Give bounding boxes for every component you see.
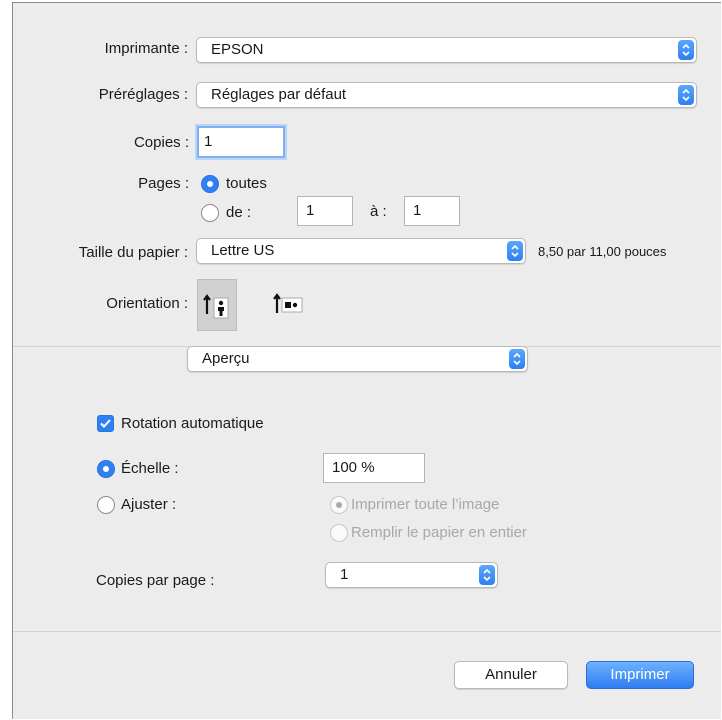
section-popup[interactable]: Aperçu (187, 346, 528, 372)
copies-per-page-label: Copies par page : (96, 572, 215, 589)
orientation-label: Orientation : (106, 295, 188, 312)
presets-label: Préréglages : (98, 86, 188, 103)
fill-paper-label: Remplir le papier en entier (351, 524, 527, 541)
popup-arrows-icon (678, 85, 694, 105)
scale-input[interactable]: 100 % (323, 453, 425, 483)
portrait-icon (203, 294, 229, 319)
pages-to-label: à : (370, 203, 387, 220)
copies-label: Copies : (133, 134, 189, 151)
popup-arrows-icon (678, 40, 694, 60)
fit-label: Ajuster : (121, 496, 177, 513)
divider (13, 631, 721, 632)
printer-popup[interactable]: EPSON (196, 37, 697, 63)
paper-dimensions: 8,50 par 11,00 pouces (538, 244, 667, 259)
pages-from-label: de : (226, 204, 252, 221)
orientation-landscape-button[interactable] (268, 279, 308, 331)
fill-paper-radio[interactable] (330, 524, 348, 542)
popup-arrows-icon (507, 241, 523, 261)
checkmark-icon (100, 419, 111, 428)
popup-arrows-icon (479, 565, 495, 585)
section-popup-value: Aperçu (202, 350, 250, 367)
paper-size-label: Taille du papier : (78, 244, 188, 261)
scale-label: Échelle : (121, 460, 179, 477)
pages-range-radio[interactable] (201, 204, 219, 222)
print-entire-image-label: Imprimer toute l’image (351, 496, 500, 513)
print-button[interactable]: Imprimer (586, 661, 694, 689)
presets-value: Réglages par défaut (211, 86, 347, 103)
paper-size-value: Lettre US (211, 242, 275, 259)
paper-size-popup[interactable]: Lettre US (196, 238, 526, 264)
orientation-portrait-button[interactable] (197, 279, 237, 331)
pages-from-input[interactable]: 1 (297, 196, 353, 226)
pages-label: Pages : (138, 175, 189, 192)
pages-all-radio[interactable] (201, 175, 219, 193)
copies-input[interactable]: 1 (197, 126, 285, 158)
presets-popup[interactable]: Réglages par défaut (196, 82, 697, 108)
auto-rotate-label: Rotation automatique (121, 415, 264, 432)
pages-to-input[interactable]: 1 (404, 196, 460, 226)
auto-rotate-checkbox[interactable] (97, 415, 114, 432)
scale-radio[interactable] (97, 460, 115, 478)
printer-value: EPSON (211, 41, 264, 58)
copies-per-page-popup[interactable]: 1 (325, 562, 498, 588)
cancel-button[interactable]: Annuler (454, 661, 568, 689)
pages-all-label: toutes (226, 175, 267, 192)
copies-per-page-value: 1 (340, 566, 349, 583)
popup-arrows-icon (509, 349, 525, 369)
fit-radio[interactable] (97, 496, 115, 514)
print-entire-image-radio[interactable] (330, 496, 348, 514)
printer-label: Imprimante : (104, 40, 188, 57)
landscape-icon (273, 293, 303, 313)
